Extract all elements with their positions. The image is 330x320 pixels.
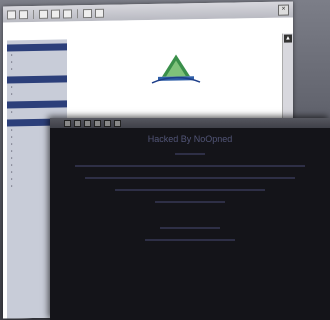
- toolbar-button[interactable]: [19, 9, 28, 19]
- defacement-page: Hacked By NoOpned: [50, 128, 330, 320]
- front-toolbar: [50, 118, 330, 128]
- toolbar-button[interactable]: [7, 9, 16, 19]
- toolbar-button[interactable]: [63, 8, 72, 18]
- toolbar-button[interactable]: [39, 9, 48, 19]
- close-icon[interactable]: ×: [278, 4, 289, 16]
- toolbar-button[interactable]: [114, 119, 121, 127]
- page-title: Hacked By NoOpned: [147, 134, 233, 144]
- logo-caption: [73, 42, 279, 51]
- toolbar-separator: [33, 9, 34, 19]
- toolbar-button[interactable]: [84, 119, 91, 127]
- sidebar-link[interactable]: [7, 89, 67, 97]
- defacement-text-block: [75, 153, 305, 241]
- toolbar-button[interactable]: [74, 119, 81, 127]
- toolbar-button[interactable]: [95, 8, 104, 18]
- site-logo: [146, 50, 206, 91]
- sidebar-link[interactable]: [7, 107, 67, 115]
- browser-window-front: Hacked By NoOpned: [50, 118, 330, 320]
- toolbar-button[interactable]: [64, 119, 71, 127]
- toolbar-button[interactable]: [51, 9, 60, 19]
- toolbar-button[interactable]: [83, 8, 92, 18]
- toolbar-button[interactable]: [94, 119, 101, 127]
- section-title: [73, 95, 279, 105]
- toolbar-separator: [77, 8, 78, 18]
- scroll-up-icon[interactable]: ▲: [284, 34, 292, 43]
- toolbar-button[interactable]: [104, 119, 111, 127]
- sidebar-link[interactable]: [7, 64, 67, 72]
